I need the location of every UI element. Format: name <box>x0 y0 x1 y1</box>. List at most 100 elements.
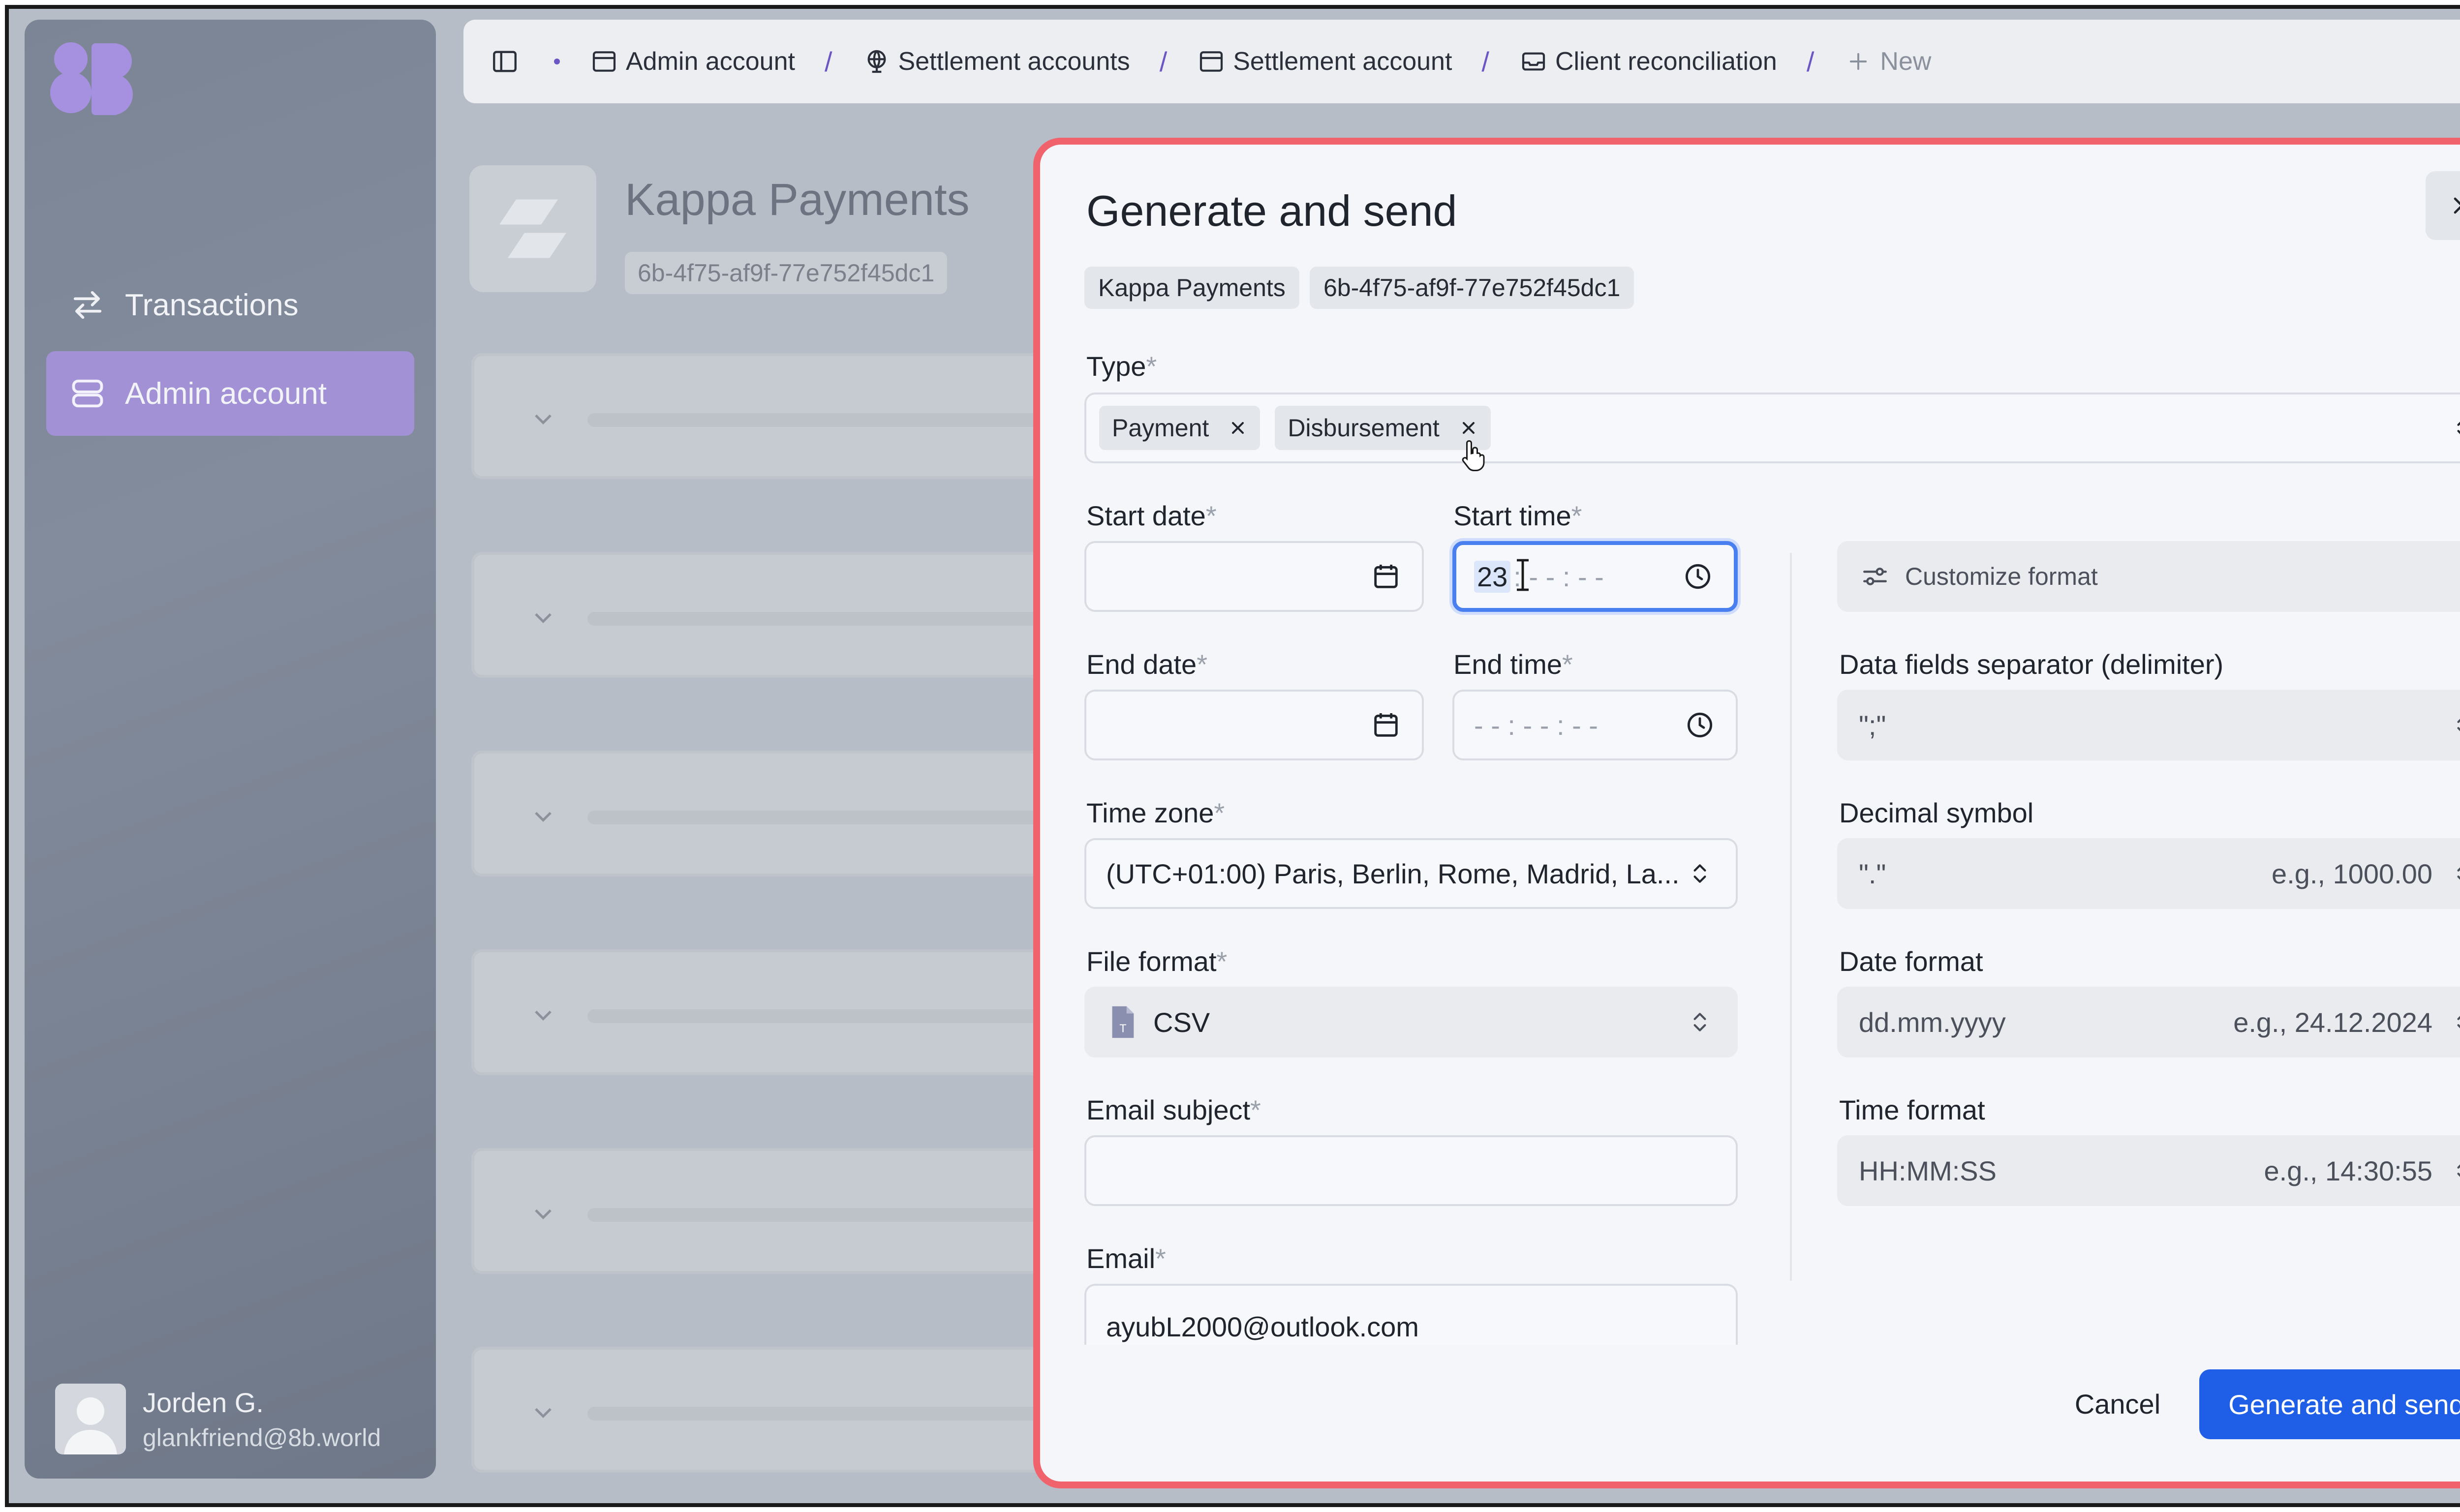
customize-format-button[interactable]: Customize format <box>1837 541 2460 612</box>
breadcrumb-new[interactable]: New <box>1844 47 1931 76</box>
close-icon <box>1462 422 1475 434</box>
window-icon <box>589 47 619 76</box>
database-icon <box>68 374 107 413</box>
start-time-label: Start time* <box>1453 500 1582 531</box>
file-format-select[interactable]: T CSV <box>1084 987 1738 1058</box>
chevron-down-icon <box>535 1408 552 1419</box>
breadcrumb-dot <box>554 59 560 64</box>
skeleton-bar <box>587 1009 1060 1023</box>
chevron-updown-icon <box>2447 412 2460 444</box>
page-id-badge: 6b-4f75-af9f-77e752f45dc1 <box>625 252 948 294</box>
sidebar-toggle-button[interactable] <box>490 47 526 76</box>
start-time-input[interactable]: 23 : - - : - - <box>1452 541 1738 612</box>
brand-logo[interactable] <box>46 39 135 118</box>
close-icon <box>1232 422 1244 434</box>
end-date-input[interactable] <box>1084 690 1424 760</box>
chevron-down-icon <box>535 1209 552 1220</box>
email-input[interactable]: ayubL2000@outlook.com <box>1084 1284 1738 1345</box>
start-date-input[interactable] <box>1084 541 1424 612</box>
company-logo <box>469 165 596 292</box>
remove-tag-button[interactable] <box>1226 416 1250 440</box>
close-icon <box>2454 197 2460 214</box>
start-time-hours[interactable]: 23 <box>1474 560 1511 593</box>
breadcrumb-separator: / <box>1481 46 1489 77</box>
sidebar-item-label: Admin account <box>125 376 327 411</box>
screenshot-frame: Transactions Admin account Jorden G. gla… <box>5 5 2460 1507</box>
close-button[interactable] <box>2426 171 2460 240</box>
end-time-label: End time* <box>1453 649 1573 680</box>
time-format-select[interactable]: HH:MM:SS e.g., 14:30:55 <box>1837 1135 2460 1206</box>
window-icon <box>1197 47 1226 76</box>
sidebar-toggle-icon <box>490 47 520 76</box>
column-divider <box>1790 553 1792 1281</box>
collapsed-section[interactable] <box>471 751 1062 877</box>
breadcrumb-admin-account[interactable]: Admin account <box>589 47 795 76</box>
breadcrumb-client-reconciliation[interactable]: Client reconciliation <box>1519 47 1777 76</box>
type-label: Type* <box>1086 351 1157 382</box>
chevron-updown-icon <box>2447 857 2460 890</box>
file-format-label: File format* <box>1086 946 1228 977</box>
sliders-icon <box>1859 560 1891 593</box>
sidebar-item-admin-account[interactable]: Admin account <box>46 351 414 436</box>
chevron-down-icon <box>535 812 552 822</box>
breadcrumb-settlement-accounts[interactable]: Settlement accounts <box>862 47 1130 76</box>
end-date-label: End date* <box>1086 649 1207 680</box>
skeleton-bar <box>587 1208 1060 1222</box>
email-subject-input[interactable] <box>1084 1135 1738 1206</box>
breadcrumb-separator: / <box>1806 46 1814 77</box>
remove-tag-button[interactable] <box>1456 416 1481 440</box>
hand-cursor-icon <box>1462 440 1485 471</box>
collapsed-section[interactable] <box>471 552 1062 678</box>
cancel-button[interactable]: Cancel <box>2063 1369 2172 1438</box>
generate-and-send-button[interactable]: Generate and send <box>2199 1369 2460 1439</box>
plus-icon <box>1844 47 1873 76</box>
company-chip: Kappa Payments <box>1084 267 1299 309</box>
skeleton-bar <box>587 413 1060 427</box>
collapsed-section[interactable] <box>471 1347 1062 1473</box>
user-email: glankfriend@8b.world <box>143 1423 381 1452</box>
file-icon: T <box>1106 1006 1138 1038</box>
skeleton-bar <box>587 612 1060 626</box>
delimiter-select[interactable]: ";" <box>1837 690 2460 760</box>
type-tag-payment: Payment <box>1099 406 1261 450</box>
chevron-down-icon <box>535 414 552 425</box>
collapsed-section[interactable] <box>471 949 1062 1075</box>
svg-text:T: T <box>1119 1022 1126 1034</box>
sidebar-item-label: Transactions <box>125 288 299 322</box>
chevron-updown-icon <box>2447 1006 2460 1038</box>
decimal-symbol-select[interactable]: "." e.g., 1000.00 <box>1837 838 2460 909</box>
chevron-down-icon <box>535 613 552 624</box>
email-subject-label: Email subject* <box>1086 1094 1261 1125</box>
email-label: Email* <box>1086 1243 1166 1274</box>
inbox-icon <box>1519 47 1548 76</box>
breadcrumb-settlement-account[interactable]: Settlement account <box>1197 47 1452 76</box>
collapsed-section[interactable] <box>471 353 1062 479</box>
start-time-rest: : - - : - - <box>1513 561 1604 592</box>
time-zone-label: Time zone* <box>1086 797 1225 828</box>
calendar-icon[interactable] <box>1370 560 1402 593</box>
sidebar: Transactions Admin account Jorden G. gla… <box>25 20 436 1479</box>
app-root: Transactions Admin account Jorden G. gla… <box>9 9 2460 1503</box>
collapsed-section[interactable] <box>471 1148 1062 1274</box>
breadcrumb-separator: / <box>824 46 832 77</box>
clock-icon[interactable] <box>1682 560 1714 593</box>
sidebar-item-transactions[interactable]: Transactions <box>46 263 414 347</box>
date-format-select[interactable]: dd.mm.yyyy e.g., 24.12.2024 <box>1837 987 2460 1058</box>
start-date-label: Start date* <box>1086 500 1217 531</box>
skeleton-bar <box>587 811 1060 824</box>
user-profile[interactable]: Jorden G. glankfriend@8b.world <box>55 1382 381 1456</box>
chevron-updown-icon <box>1684 857 1716 890</box>
user-name: Jorden G. <box>143 1387 264 1418</box>
decimal-symbol-label: Decimal symbol <box>1839 797 2034 828</box>
skeleton-bar <box>587 1407 1060 1421</box>
type-multiselect[interactable]: Payment Disbursement <box>1084 393 2460 463</box>
time-zone-select[interactable]: (UTC+01:00) Paris, Berlin, Rome, Madrid,… <box>1084 838 1738 909</box>
generate-and-send-dialog: Generate and send Kappa Payments 6b-4f75… <box>1033 138 2460 1488</box>
type-tag-disbursement: Disbursement <box>1275 406 1491 450</box>
end-time-input[interactable]: - - : - - : - - <box>1452 690 1738 760</box>
date-format-label: Date format <box>1839 946 1983 977</box>
clock-icon[interactable] <box>1684 709 1716 741</box>
calendar-icon[interactable] <box>1370 709 1402 741</box>
id-chip: 6b-4f75-af9f-77e752f45dc1 <box>1310 267 1634 309</box>
dialog-title: Generate and send <box>1086 186 1457 235</box>
